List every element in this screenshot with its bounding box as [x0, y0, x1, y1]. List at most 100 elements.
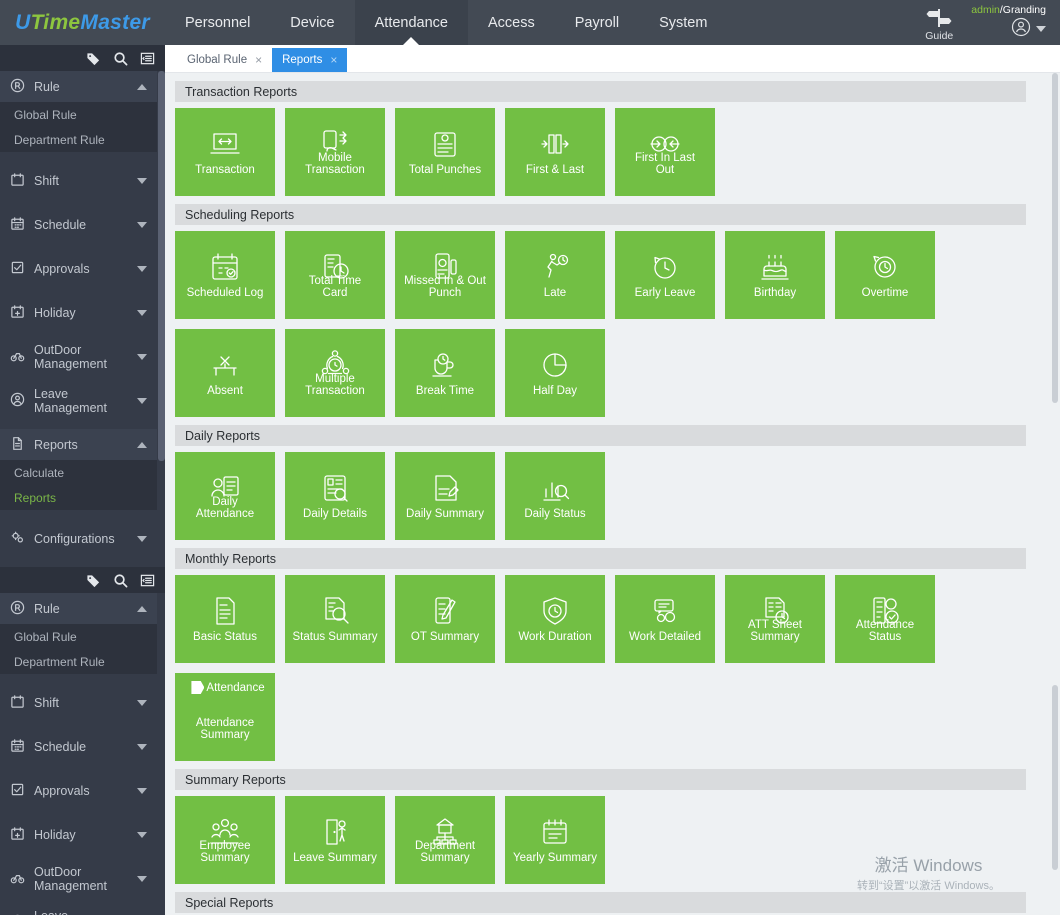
sidebar-subitem-department-rule[interactable]: Department Rule — [0, 649, 157, 674]
avatar-row[interactable] — [1011, 17, 1046, 42]
report-tile-total-punches[interactable]: Total Punches — [395, 108, 495, 196]
sidebar-item-label: Holiday — [34, 306, 128, 320]
sidebar-item-schedule[interactable]: Schedule — [0, 209, 157, 240]
tag-icon[interactable] — [86, 573, 101, 588]
chevron-down-icon[interactable] — [137, 876, 147, 882]
collapse-icon[interactable] — [140, 573, 155, 588]
collapse-icon[interactable] — [140, 51, 155, 66]
sidebar-item-approvals[interactable]: Approvals — [0, 253, 157, 284]
avatar[interactable] — [1011, 17, 1031, 42]
report-tile-work-duration[interactable]: Work Duration — [505, 575, 605, 663]
sidebar-item-configurations[interactable]: Configurations — [0, 523, 157, 554]
search-icon[interactable] — [113, 51, 128, 66]
chevron-down-icon[interactable] — [137, 398, 147, 404]
chevron-down-icon[interactable] — [137, 536, 147, 542]
guide-button[interactable]: Guide — [925, 4, 953, 42]
sidebar-item-rule[interactable]: Rule — [0, 71, 157, 102]
chevron-down-icon[interactable] — [137, 178, 147, 184]
report-tile-label: Early Leave — [615, 287, 715, 299]
chevron-down-icon[interactable] — [137, 832, 147, 838]
app-logo[interactable]: UTime Master — [0, 0, 165, 45]
report-tile-break-time[interactable]: Break Time — [395, 329, 495, 417]
chevron-up-icon[interactable] — [137, 442, 147, 448]
report-tile-yearly-summary[interactable]: Yearly Summary — [505, 796, 605, 884]
search-icon[interactable] — [113, 573, 128, 588]
sidebar-item-outdoor-management[interactable]: OutDoor Management — [0, 341, 157, 372]
chevron-down-icon[interactable] — [137, 788, 147, 794]
close-icon[interactable]: × — [330, 53, 337, 67]
content-scrollbar-lower[interactable] — [1052, 685, 1058, 870]
sidebar-item-approvals[interactable]: Approvals — [0, 775, 157, 806]
chevron-down-icon[interactable] — [137, 222, 147, 228]
sidebar-item-leave-management[interactable]: Leave Management — [0, 385, 157, 416]
nav-personnel[interactable]: Personnel — [165, 0, 270, 45]
close-icon[interactable]: × — [255, 53, 262, 67]
sidebar-item-schedule[interactable]: Schedule — [0, 731, 157, 762]
sidebar-item-reports[interactable]: Reports — [0, 429, 157, 460]
sidebar-item-shift[interactable]: Shift — [0, 687, 157, 718]
chevron-down-icon[interactable] — [137, 354, 147, 360]
chevron-down-icon[interactable] — [137, 266, 147, 272]
chevron-up-icon[interactable] — [137, 84, 147, 90]
nav-access[interactable]: Access — [468, 0, 555, 45]
report-tile-first-and-last[interactable]: First & Last — [505, 108, 605, 196]
content-scrollbar[interactable] — [1052, 73, 1058, 403]
chevron-down-icon[interactable] — [1036, 26, 1046, 32]
chevron-up-icon[interactable] — [137, 606, 147, 612]
report-tile-employee-summary[interactable]: EmployeeSummary — [175, 796, 275, 884]
report-tile-label: Absent — [175, 385, 275, 397]
sidebar-group-holiday: Holiday — [0, 297, 157, 341]
chevron-down-icon[interactable] — [137, 744, 147, 750]
report-tile-early-leave[interactable]: Early Leave — [615, 231, 715, 319]
report-tile-missed-in-and-out-punch[interactable]: Missed In & OutPunch — [395, 231, 495, 319]
report-tile-ot-summary[interactable]: OT Summary — [395, 575, 495, 663]
nav-attendance[interactable]: Attendance — [355, 0, 468, 45]
chevron-down-icon[interactable] — [137, 700, 147, 706]
report-tile-first-in-last-out[interactable]: First In LastOut — [615, 108, 715, 196]
sidebar-item-holiday[interactable]: Holiday — [0, 297, 157, 328]
chevron-down-icon[interactable] — [137, 310, 147, 316]
report-tile-multiple-transaction[interactable]: MultipleTransaction — [285, 329, 385, 417]
report-tile-basic-status[interactable]: Basic Status — [175, 575, 275, 663]
nav-device[interactable]: Device — [270, 0, 354, 45]
report-tile-daily-status[interactable]: Daily Status — [505, 452, 605, 540]
sidebar-item-rule[interactable]: Rule — [0, 593, 157, 624]
report-tile-daily-summary[interactable]: Daily Summary — [395, 452, 495, 540]
report-tile-daily-attendance[interactable]: DailyAttendance — [175, 452, 275, 540]
report-tile-att-sheet-summary[interactable]: ATT SheetSummary — [725, 575, 825, 663]
sidebar-subitem-global-rule[interactable]: Global Rule — [0, 102, 157, 127]
tab-reports[interactable]: Reports × — [272, 48, 347, 72]
nav-system[interactable]: System — [639, 0, 727, 45]
report-tile-late[interactable]: Late — [505, 231, 605, 319]
report-tile-attendance-status[interactable]: AttendanceStatus — [835, 575, 935, 663]
sidebar-subitem-reports[interactable]: Reports — [0, 485, 157, 510]
sidebar-scrollbar[interactable] — [158, 71, 165, 461]
report-tile-department-summary[interactable]: DepartmentSummary — [395, 796, 495, 884]
report-tile-status-summary[interactable]: Status Summary — [285, 575, 385, 663]
sidebar-subitem-global-rule[interactable]: Global Rule — [0, 624, 157, 649]
report-tile-half-day[interactable]: Half Day — [505, 329, 605, 417]
sidebar-spacer — [0, 762, 157, 775]
report-tile-total-time-card[interactable]: Total TimeCard — [285, 231, 385, 319]
sidebar-item-shift[interactable]: Shift — [0, 165, 157, 196]
sidebar-item-outdoor-management[interactable]: OutDoor Management — [0, 863, 157, 894]
sidebar-item-leave-management[interactable]: Leave Management — [0, 907, 157, 915]
report-tile-leave-summary[interactable]: Leave Summary — [285, 796, 385, 884]
report-tile-daily-details[interactable]: Daily Details — [285, 452, 385, 540]
sidebar-subitem-calculate[interactable]: Calculate — [0, 460, 157, 485]
sidebar-subitem-department-rule[interactable]: Department Rule — [0, 127, 157, 152]
report-tile-absent[interactable]: Absent — [175, 329, 275, 417]
tag-icon[interactable] — [86, 51, 101, 66]
report-tile-birthday[interactable]: Birthday — [725, 231, 825, 319]
sidebar-spacer — [0, 674, 157, 687]
report-tile-mobile-transaction[interactable]: MobileTransaction — [285, 108, 385, 196]
report-tile-scheduled-log[interactable]: Scheduled Log — [175, 231, 275, 319]
nav-payroll[interactable]: Payroll — [555, 0, 639, 45]
report-tile-overtime[interactable]: Overtime — [835, 231, 935, 319]
report-tile-attendance-summary[interactable]: Attendance AttendanceSummary — [175, 673, 275, 761]
sidebar-item-holiday[interactable]: Holiday — [0, 819, 157, 850]
report-tile-label: Daily Status — [505, 508, 605, 520]
report-tile-transaction[interactable]: Transaction — [175, 108, 275, 196]
tab-global-rule[interactable]: Global Rule × — [177, 48, 272, 72]
report-tile-work-detailed[interactable]: Work Detailed — [615, 575, 715, 663]
